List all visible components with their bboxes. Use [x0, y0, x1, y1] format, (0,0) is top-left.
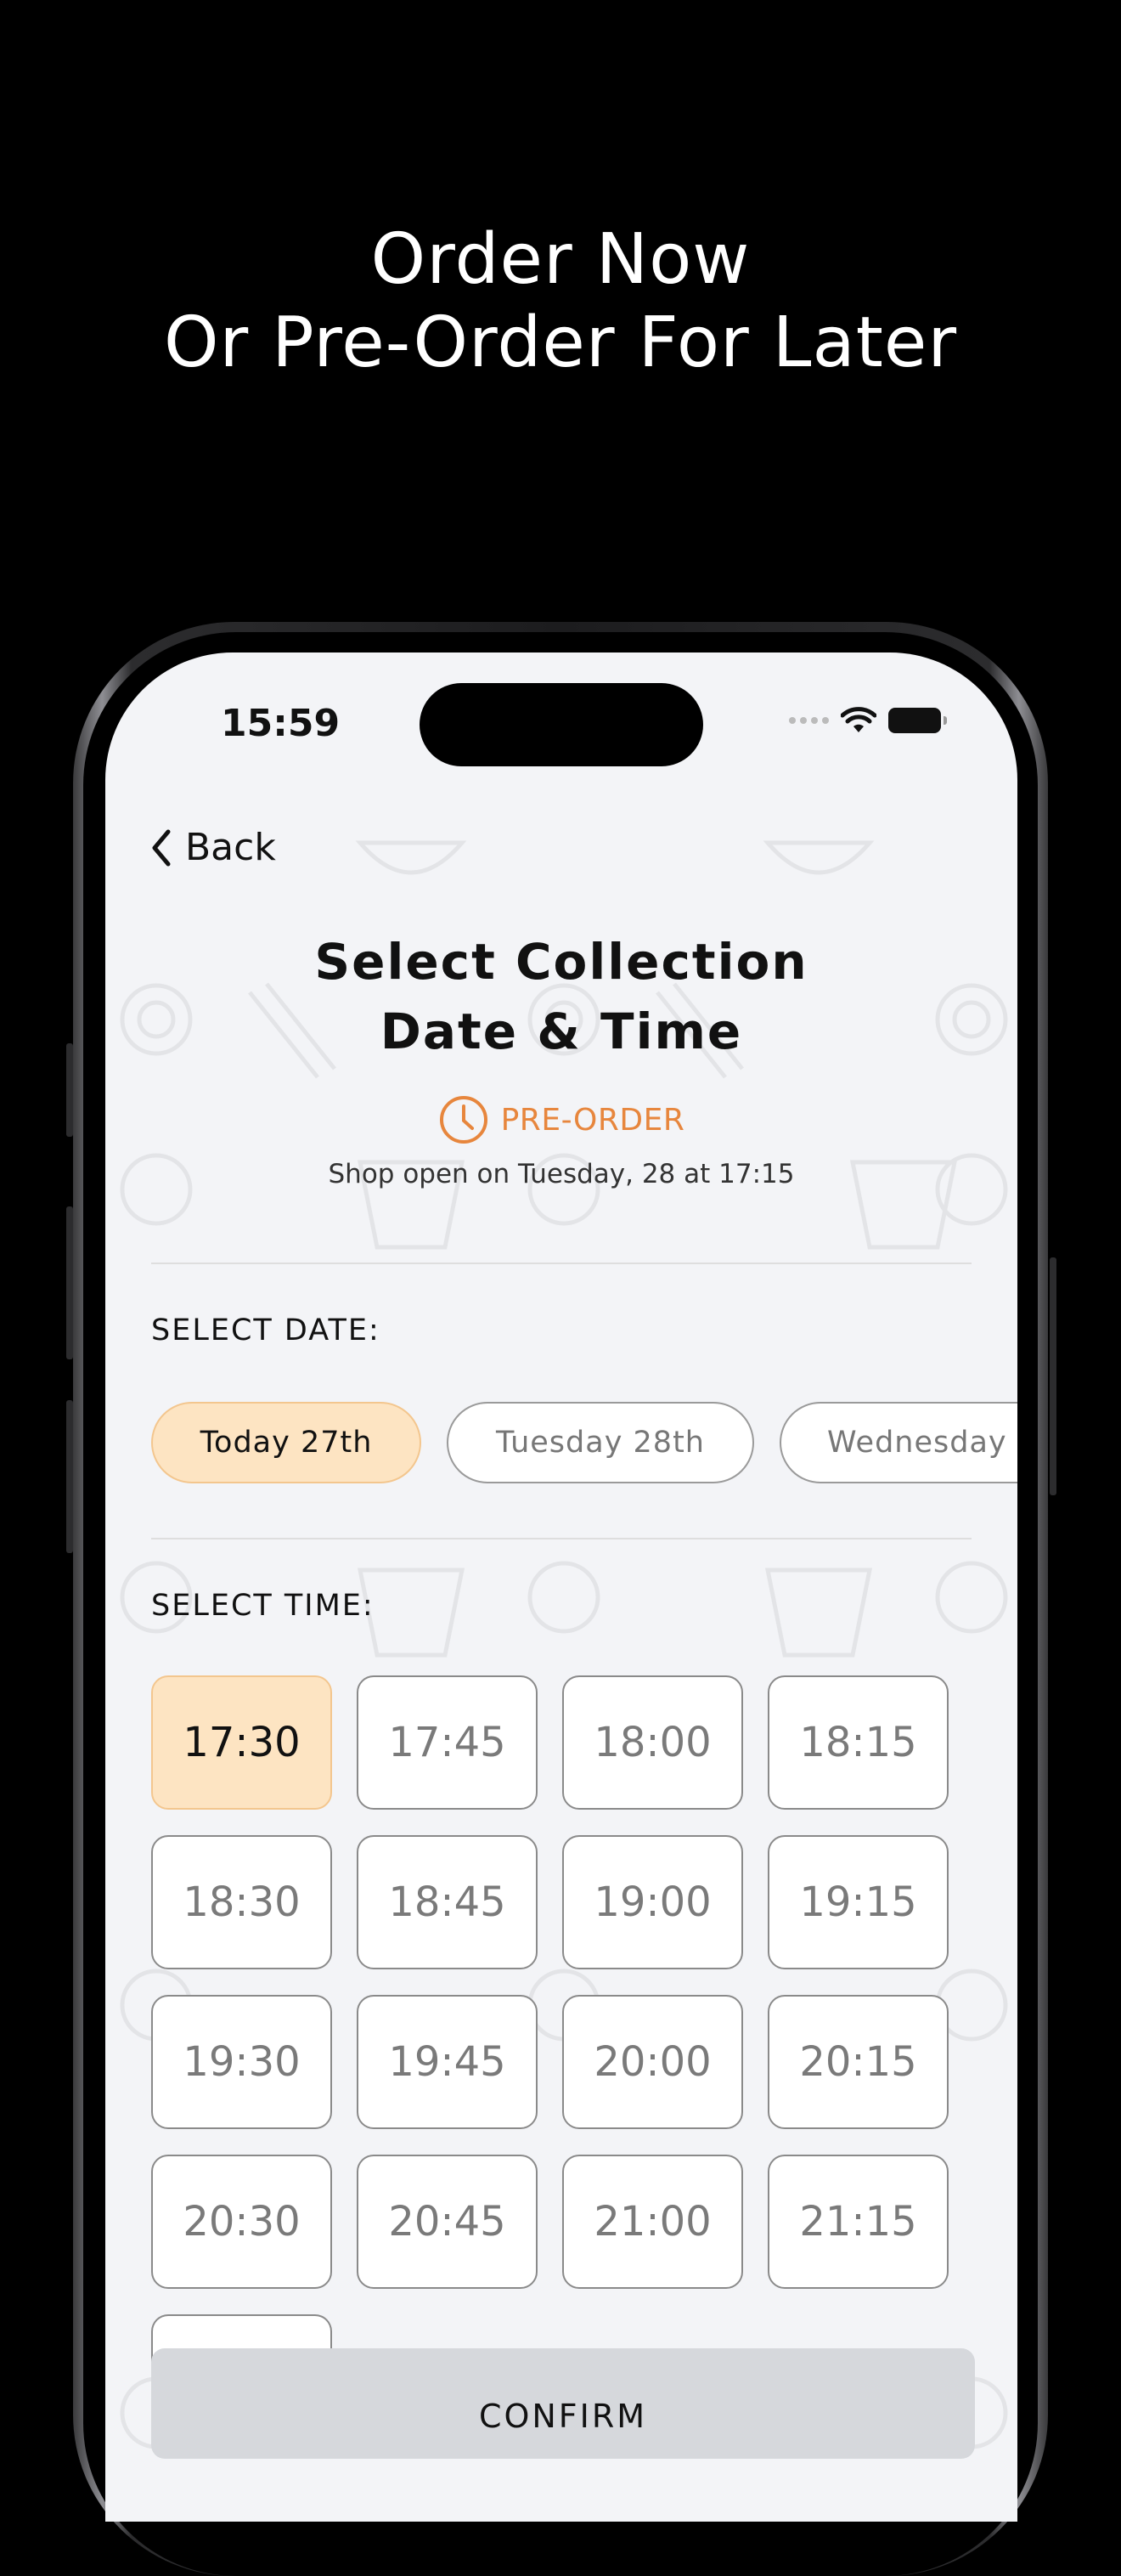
chevron-left-icon — [152, 829, 171, 866]
time-slot[interactable]: 20:30 — [151, 2155, 332, 2289]
time-slot[interactable]: 17:30 — [151, 1675, 332, 1810]
time-slot[interactable]: 20:00 — [562, 1995, 743, 2129]
time-slot[interactable]: 17:45 — [357, 1675, 538, 1810]
wifi-icon — [841, 707, 876, 732]
date-option-wednesday[interactable]: Wednesday — [780, 1402, 1017, 1483]
status-bar-icons — [789, 707, 947, 734]
time-slot[interactable]: 18:00 — [562, 1675, 743, 1810]
time-slot[interactable]: 18:45 — [357, 1835, 538, 1969]
time-slot-grid: 17:30 17:45 18:00 18:15 18:30 18:45 19:0… — [151, 1675, 949, 2289]
app-screen: 15:59 Back Select Collection Date & Time… — [105, 652, 1017, 2522]
battery-icon — [888, 708, 947, 733]
status-bar-time: 15:59 — [221, 702, 341, 745]
dynamic-island — [420, 683, 703, 766]
select-time-label: SELECT TIME: — [151, 1589, 375, 1623]
date-option-today[interactable]: Today 27th — [151, 1402, 421, 1483]
time-slot[interactable]: 20:15 — [768, 1995, 949, 2129]
date-option-tuesday[interactable]: Tuesday 28th — [447, 1402, 754, 1483]
confirm-button[interactable]: CONFIRM — [151, 2348, 975, 2459]
back-button[interactable]: Back — [151, 826, 276, 869]
signal-icon — [789, 717, 829, 724]
divider — [151, 1538, 972, 1539]
back-label: Back — [185, 826, 276, 869]
time-slot[interactable]: 18:30 — [151, 1835, 332, 1969]
time-slot[interactable]: 19:00 — [562, 1835, 743, 1969]
page-title-line2: Date & Time — [380, 1003, 743, 1060]
phone-power-button — [1050, 1257, 1056, 1495]
time-slot[interactable]: 21:00 — [562, 2155, 743, 2289]
promo-headline-line2: Or Pre-Order For Later — [163, 302, 958, 383]
time-slot[interactable]: 20:45 — [357, 2155, 538, 2289]
time-slot[interactable]: 19:45 — [357, 1995, 538, 2129]
preorder-badge: PRE-ORDER — [105, 1094, 1017, 1145]
divider — [151, 1263, 972, 1264]
promo-headline-line1: Order Now — [370, 219, 751, 300]
phone-volume-up-button — [66, 1206, 73, 1359]
page-title-line1: Select Collection — [314, 933, 808, 991]
shop-open-text: Shop open on Tuesday, 28 at 17:15 — [328, 1159, 795, 1189]
time-slot[interactable]: 18:15 — [768, 1675, 949, 1810]
clock-icon — [439, 1096, 487, 1144]
select-date-label: SELECT DATE: — [151, 1313, 380, 1347]
time-slot[interactable]: 19:15 — [768, 1835, 949, 1969]
time-slot[interactable]: 19:30 — [151, 1995, 332, 2129]
phone-side-button — [66, 1043, 73, 1137]
phone-volume-down-button — [66, 1400, 73, 1553]
preorder-label: PRE-ORDER — [500, 1102, 685, 1138]
time-slot[interactable]: 21:15 — [768, 2155, 949, 2289]
date-options: Today 27th Tuesday 28th Wednesday — [151, 1402, 1017, 1483]
